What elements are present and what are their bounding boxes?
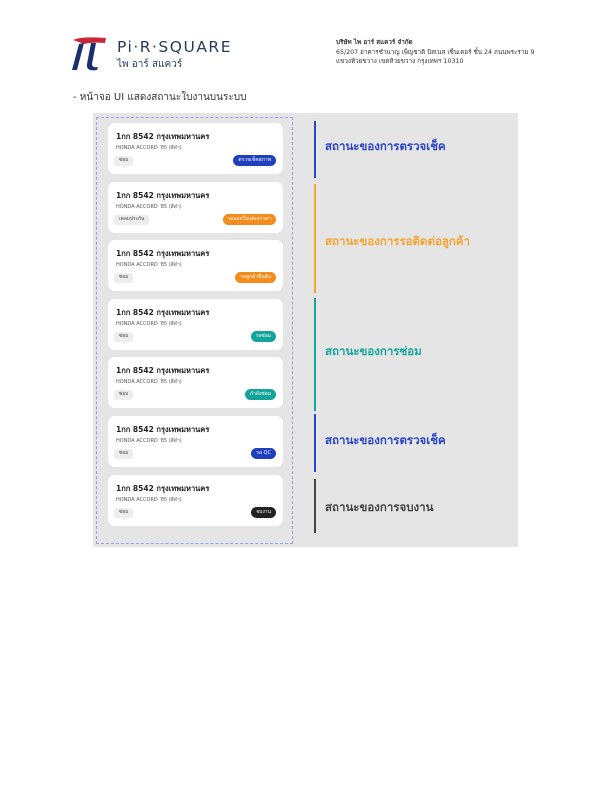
group-label: สถานะของการรอติดต่อลูกค้า [325, 234, 471, 248]
job-card[interactable]: 1กก 8542 กรุงเทพมหานคร HONDA ACCORD '85 … [108, 416, 283, 467]
car-model: HONDA ACCORD '85 (สีดำ) [116, 438, 182, 444]
job-type-tag: ซ่อม [114, 273, 134, 283]
job-type-tag: ซ่อม [114, 390, 134, 400]
group-bracket [314, 184, 316, 293]
job-card[interactable]: 1กก 8542 กรุงเทพมหานคร HONDA ACCORD '85 … [108, 182, 283, 233]
license-plate: 1กก 8542 กรุงเทพมหานคร [116, 132, 210, 141]
page-caption: - หน้าจอ UI แสดงสถานะใบงานบนระบบ [73, 92, 247, 103]
logo-wordmark: Pi·R·SQUARE [117, 38, 232, 56]
license-plate: 1กก 8542 กรุงเทพมหานคร [116, 366, 210, 375]
car-model: HONDA ACCORD '85 (สีดำ) [116, 321, 182, 327]
status-badge: รอลูกค้ายืนยัน [235, 272, 276, 283]
group-label: สถานะของการซ่อม [325, 344, 422, 358]
company-address-line1: 65/207 อาคารชำนาญ เพ็ญชาติ บิสเนส เซ็นเต… [336, 48, 535, 56]
license-plate: 1กก 8542 กรุงเทพมหานคร [116, 425, 210, 434]
company-address-line2: แขวงห้วยขวาง เขตห้วยขวาง กรุงเทพฯ 10310 [336, 58, 464, 65]
car-model: HONDA ACCORD '85 (สีดำ) [116, 497, 182, 503]
license-plate: 1กก 8542 กรุงเทพมหานคร [116, 191, 210, 200]
license-plate: 1กก 8542 กรุงเทพมหานคร [116, 308, 210, 317]
job-card[interactable]: 1กก 8542 กรุงเทพมหานคร HONDA ACCORD '85 … [108, 299, 283, 350]
status-badge: รอ QC [251, 448, 276, 459]
job-card[interactable]: 1กก 8542 กรุงเทพมหานคร HONDA ACCORD '85 … [108, 475, 283, 526]
car-model: HONDA ACCORD '85 (สีดำ) [116, 204, 182, 210]
logo-subtitle: ไพ อาร์ สแควร์ [117, 59, 183, 70]
pi-logo-icon [72, 37, 106, 71]
job-type-tag: เคลมประกัน [114, 215, 150, 225]
status-badge: ตรวจเช็คสภาพ [233, 155, 276, 166]
group-bracket [314, 121, 316, 178]
group-bracket [314, 298, 316, 411]
license-plate: 1กก 8542 กรุงเทพมหานคร [116, 484, 210, 493]
car-model: HONDA ACCORD '85 (สีดำ) [116, 145, 182, 151]
group-label: สถานะของการตรวจเช็ค [325, 139, 446, 153]
job-type-tag: ซ่อม [114, 508, 134, 518]
status-badge: รอออกใบเสนอราคา [222, 214, 276, 225]
company-logo: Pi·R·SQUARE ไพ อาร์ สแควร์ [70, 34, 240, 74]
job-type-tag: ซ่อม [114, 156, 134, 166]
company-name: บริษัท ไพ อาร์ สแควร์ จำกัด [336, 39, 413, 46]
job-card[interactable]: 1กก 8542 กรุงเทพมหานคร HONDA ACCORD '85 … [108, 357, 283, 408]
group-label: สถานะของการจบงาน [325, 500, 434, 514]
job-card[interactable]: 1กก 8542 กรุงเทพมหานคร HONDA ACCORD '85 … [108, 123, 283, 174]
job-card[interactable]: 1กก 8542 กรุงเทพมหานคร HONDA ACCORD '85 … [108, 240, 283, 291]
status-badge: จบงาน [251, 507, 276, 518]
license-plate: 1กก 8542 กรุงเทพมหานคร [116, 249, 210, 258]
status-badge: รอซ่อม [250, 331, 276, 342]
group-bracket [314, 414, 316, 472]
car-model: HONDA ACCORD '85 (สีดำ) [116, 379, 182, 385]
group-bracket [314, 479, 316, 533]
status-badge: กำลังซ่อม [244, 389, 276, 400]
job-type-tag: ซ่อม [114, 332, 134, 342]
car-model: HONDA ACCORD '85 (สีดำ) [116, 262, 182, 268]
company-info: บริษัท ไพ อาร์ สแควร์ จำกัด 65/207 อาคาร… [336, 38, 534, 67]
job-type-tag: ซ่อม [114, 449, 134, 459]
group-label: สถานะของการตรวจเช็ค [325, 433, 446, 447]
